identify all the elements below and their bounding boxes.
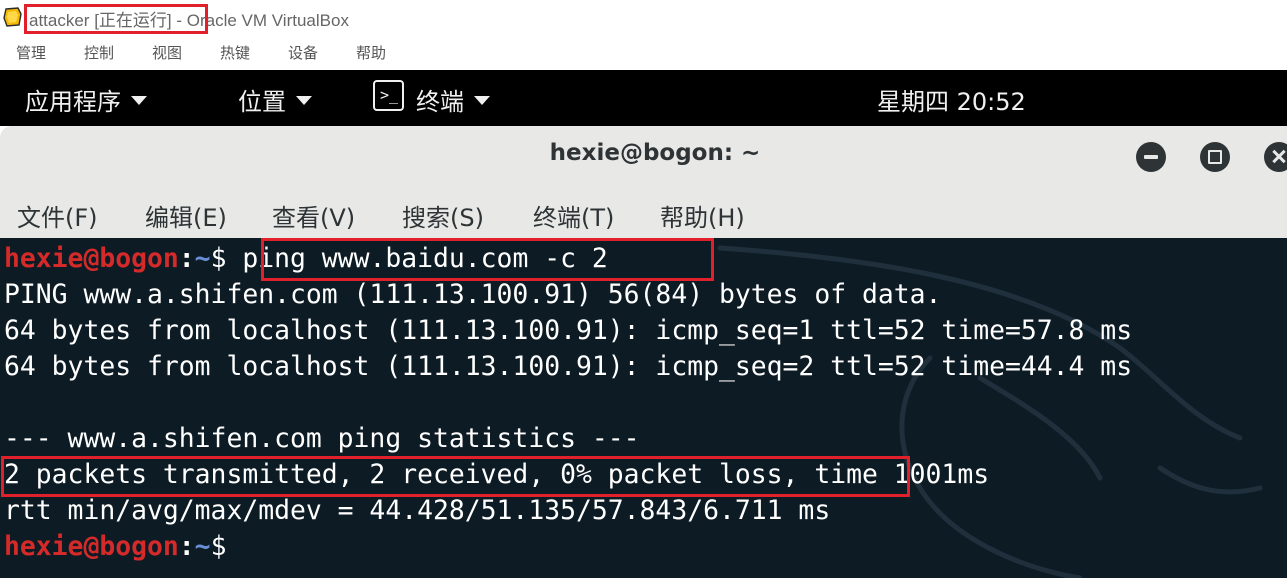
terminal-output-line: 64 bytes from localhost (111.13.100.91):… bbox=[4, 315, 1133, 346]
minimize-button[interactable] bbox=[1136, 142, 1166, 172]
maximize-button[interactable] bbox=[1200, 142, 1230, 172]
vbox-menu-help[interactable]: 帮助 bbox=[356, 42, 386, 63]
virtualbox-menubar: 管理 控制 视图 热键 设备 帮助 bbox=[0, 36, 1287, 70]
prompt-user: hexie@bogon bbox=[4, 531, 179, 562]
terminal-menu-view[interactable]: 查看(V) bbox=[272, 198, 355, 233]
typed-command: ping www.baidu.com -c 2 bbox=[242, 243, 608, 274]
prompt-path: ~ bbox=[194, 531, 211, 562]
virtualbox-titlebar: attacker [正在运行] - Oracle VM VirtualBox bbox=[0, 0, 1287, 36]
prompt-separator: : bbox=[178, 243, 195, 274]
terminal-output-line: 64 bytes from localhost (111.13.100.91):… bbox=[4, 351, 1133, 382]
ping-statistics-line: 2 packets transmitted, 2 received, 0% pa… bbox=[4, 457, 989, 493]
panel-applications-menu[interactable]: 应用程序 bbox=[25, 82, 147, 117]
vbox-menu-manage[interactable]: 管理 bbox=[16, 42, 46, 63]
vbox-menu-view[interactable]: 视图 bbox=[152, 42, 182, 63]
panel-places-menu[interactable]: 位置 bbox=[238, 82, 312, 117]
panel-terminal-label: 终端 bbox=[416, 88, 464, 116]
virtualbox-icon bbox=[3, 7, 22, 27]
rtt-line: rtt min/avg/max/mdev = 44.428/51.135/57.… bbox=[4, 495, 831, 526]
prompt-path: ~ bbox=[194, 243, 211, 274]
panel-places-label: 位置 bbox=[238, 88, 286, 116]
terminal-window-title: hexie@bogon: ~ bbox=[549, 140, 761, 166]
close-button[interactable] bbox=[1264, 142, 1287, 172]
virtualbox-window-title: attacker [正在运行] - Oracle VM VirtualBox bbox=[29, 6, 349, 31]
terminal-menu-file[interactable]: 文件(F) bbox=[17, 198, 98, 233]
chevron-down-icon bbox=[296, 95, 312, 105]
terminal-output-line: PING www.a.shifen.com (111.13.100.91) 56… bbox=[4, 279, 942, 310]
chevron-down-icon bbox=[131, 95, 147, 105]
ping-duration: time 1001ms bbox=[798, 459, 990, 490]
terminal-menu-search[interactable]: 搜索(S) bbox=[402, 198, 484, 233]
terminal-menu-edit[interactable]: 编辑(E) bbox=[145, 198, 227, 233]
vbox-menu-hotkeys[interactable]: 热键 bbox=[220, 42, 250, 63]
terminal-menu-terminal[interactable]: 终端(T) bbox=[533, 198, 614, 233]
terminal-icon: >_ bbox=[373, 80, 404, 111]
terminal-output-line: --- www.a.shifen.com ping statistics --- bbox=[4, 423, 640, 454]
gnome-top-panel bbox=[0, 70, 1287, 126]
prompt-suffix: $ bbox=[210, 531, 227, 562]
panel-clock[interactable]: 星期四 20:52 bbox=[877, 82, 1026, 117]
panel-terminal-menu[interactable]: 终端 bbox=[416, 82, 490, 117]
packet-loss-summary: 2 packets transmitted, 2 received, 0% pa… bbox=[4, 459, 799, 490]
vm-name-status: attacker [正在运行] - bbox=[29, 11, 183, 30]
terminal-final-prompt: hexie@bogon:~$ bbox=[4, 529, 226, 565]
terminal-menu-help[interactable]: 帮助(H) bbox=[660, 198, 745, 233]
panel-applications-label: 应用程序 bbox=[25, 88, 121, 116]
vbox-menu-devices[interactable]: 设备 bbox=[288, 42, 318, 63]
prompt-suffix: $ bbox=[210, 243, 243, 274]
app-name: Oracle VM VirtualBox bbox=[182, 11, 349, 30]
chevron-down-icon bbox=[474, 95, 490, 105]
vbox-menu-control[interactable]: 控制 bbox=[84, 42, 114, 63]
prompt-separator: : bbox=[178, 531, 195, 562]
terminal-prompt-line: hexie@bogon:~$ ping www.baidu.com -c 2 bbox=[4, 241, 608, 277]
prompt-user: hexie@bogon bbox=[4, 243, 179, 274]
